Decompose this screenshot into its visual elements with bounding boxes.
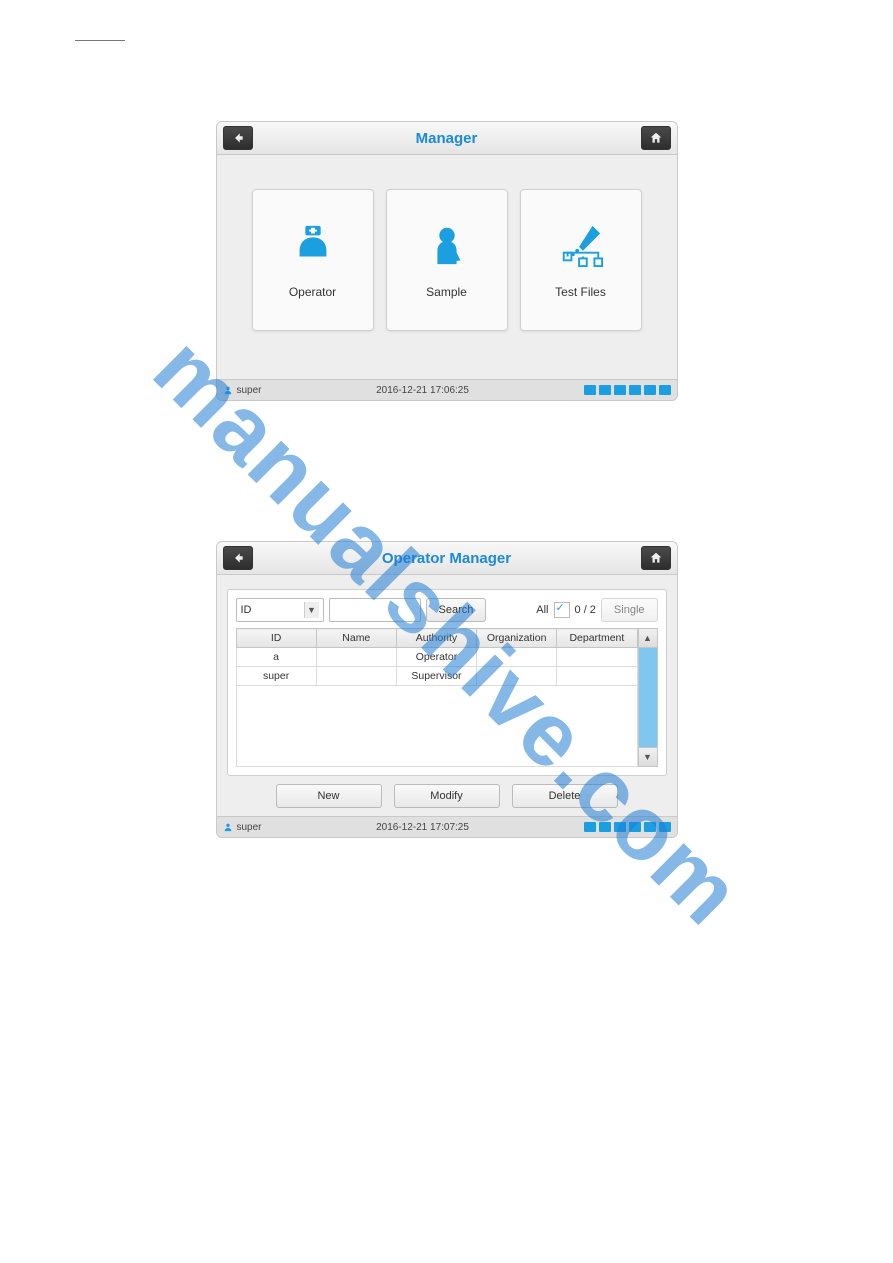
operator-icon [289,221,337,269]
status-icon [614,822,626,832]
col-name[interactable]: Name [316,629,396,648]
cell-department [557,648,637,667]
table-empty-space [236,686,638,767]
status-bar: super 2016-12-21 17:07:25 [217,816,677,837]
filter-input[interactable] [329,598,421,622]
card-row: Operator Sample Test Files [227,189,667,331]
page-title: Manager [253,130,641,147]
status-icon [644,822,656,832]
operator-manager-screenshot: Operator Manager ID ▼ Search All 0 / 2 [216,541,678,838]
single-button[interactable]: Single [601,598,658,622]
status-user: super [237,385,262,396]
cell-name [316,648,396,667]
test-files-label: Test Files [555,285,606,299]
content-area: ID ▼ Search All 0 / 2 Single [217,575,677,816]
sample-icon [423,221,471,269]
cell-id: super [236,667,316,686]
action-row: New Modify Delete [227,784,667,808]
back-button[interactable] [223,546,253,570]
sample-card[interactable]: Sample [386,189,508,331]
horizontal-rule [75,40,125,41]
status-icon [614,385,626,395]
status-bar: super 2016-12-21 17:06:25 [217,379,677,400]
content-area: Operator Sample Test Files [217,155,677,379]
filter-dropdown[interactable]: ID ▼ [236,598,324,622]
cell-authority: Operator [396,648,476,667]
cell-department [557,667,637,686]
user-icon [223,822,233,832]
scroll-up-icon[interactable]: ▲ [639,629,657,648]
operator-label: Operator [289,285,336,299]
status-user: super [237,822,262,833]
status-icon [584,385,596,395]
status-icons [584,385,671,395]
test-files-card[interactable]: Test Files [520,189,642,331]
status-icon [599,822,611,832]
page: manualshive.com Manager Operator [0,40,893,1223]
operator-card[interactable]: Operator [252,189,374,331]
search-button[interactable]: Search [426,598,487,622]
status-icons [584,822,671,832]
new-button[interactable]: New [276,784,382,808]
table-wrap: ID Name Authority Organization Departmen… [236,628,658,767]
manager-screenshot: Manager Operator Sample [216,121,678,401]
status-icon [659,385,671,395]
chevron-down-icon: ▼ [304,602,319,618]
col-organization[interactable]: Organization [477,629,557,648]
counter-text: 0 / 2 [575,604,596,616]
table-row[interactable]: super Supervisor [236,667,637,686]
cell-name [316,667,396,686]
home-button[interactable] [641,546,671,570]
scrollbar[interactable]: ▲ ▼ [638,628,658,767]
table-panel: ID ▼ Search All 0 / 2 Single [227,589,667,776]
all-label: All [536,604,548,616]
home-button[interactable] [641,126,671,150]
titlebar: Manager [217,122,677,155]
status-icon [584,822,596,832]
home-icon [649,551,663,565]
back-button[interactable] [223,126,253,150]
filter-toolbar: ID ▼ Search All 0 / 2 Single [236,598,658,622]
titlebar: Operator Manager [217,542,677,575]
sample-label: Sample [426,285,467,299]
page-title: Operator Manager [253,550,641,567]
scroll-down-icon[interactable]: ▼ [639,747,657,766]
status-datetime: 2016-12-21 17:07:25 [376,822,469,833]
cell-organization [477,648,557,667]
status-icon [644,385,656,395]
table-row[interactable]: a Operator [236,648,637,667]
home-icon [649,131,663,145]
status-icon [629,385,641,395]
status-icon [629,822,641,832]
cell-authority: Supervisor [396,667,476,686]
test-files-icon [557,221,605,269]
col-department[interactable]: Department [557,629,637,648]
status-icon [659,822,671,832]
user-icon [223,385,233,395]
cell-id: a [236,648,316,667]
cell-organization [477,667,557,686]
all-checkbox[interactable] [554,602,570,618]
dropdown-value: ID [241,604,252,616]
col-id[interactable]: ID [236,629,316,648]
delete-button[interactable]: Delete [512,784,618,808]
modify-button[interactable]: Modify [394,784,500,808]
scroll-thumb[interactable] [639,648,657,747]
arrow-left-icon [231,551,245,565]
col-authority[interactable]: Authority [396,629,476,648]
status-datetime: 2016-12-21 17:06:25 [376,385,469,396]
status-icon [599,385,611,395]
operator-table: ID Name Authority Organization Departmen… [236,628,638,686]
arrow-left-icon [231,131,245,145]
